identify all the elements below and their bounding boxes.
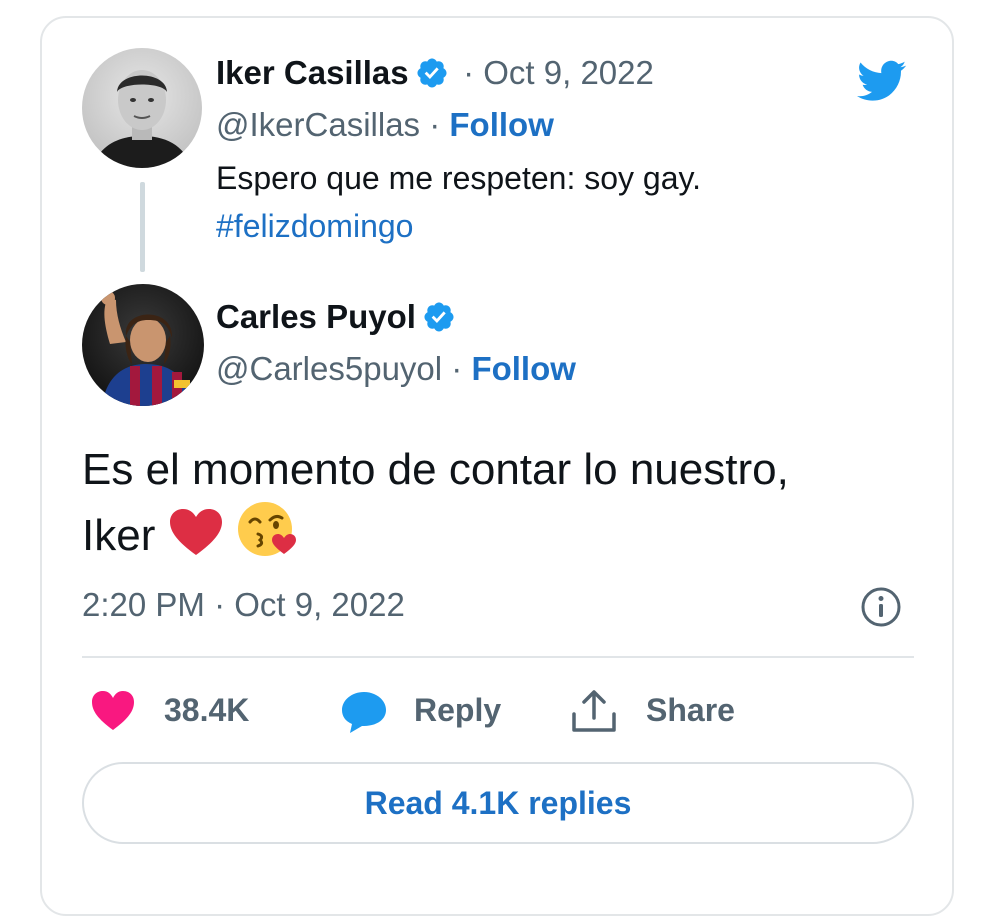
- reply-handle-row: @Carles5puyol · Follow: [216, 350, 576, 388]
- reply-tweet-header: Carles Puyol: [216, 298, 456, 336]
- like-count[interactable]: 38.4K: [164, 692, 249, 729]
- quoted-tweet-header: Iker Casillas · Oct 9, 2022: [216, 54, 654, 92]
- avatar-carles-puyol[interactable]: [82, 284, 204, 406]
- tweet-body: Es el momento de contar lo nuestro, Iker: [82, 440, 902, 566]
- face-blowing-kiss-emoji-icon: [237, 502, 296, 556]
- reply-button[interactable]: Reply: [414, 692, 501, 729]
- follow-button-iker[interactable]: Follow: [449, 106, 553, 143]
- follow-button-puyol[interactable]: Follow: [471, 350, 575, 387]
- quoted-handle-row: @IkerCasillas · Follow: [216, 106, 554, 144]
- tweet-timestamp[interactable]: 2:20 PM · Oct 9, 2022: [82, 586, 405, 624]
- tweet-text-line-2: Iker: [82, 500, 902, 566]
- red-heart-emoji-icon: [169, 509, 222, 555]
- quoted-tweet-text: Espero que me respeten: soy gay.: [216, 160, 702, 196]
- heart-icon[interactable]: [90, 690, 136, 732]
- share-icon[interactable]: [570, 688, 618, 734]
- hashtag-link[interactable]: #felizdomingo: [216, 208, 413, 245]
- speech-bubble-icon[interactable]: [340, 690, 388, 734]
- info-icon[interactable]: [860, 586, 902, 628]
- author-handle[interactable]: @IkerCasillas: [216, 106, 420, 143]
- avatar-iker-casillas[interactable]: [82, 48, 202, 168]
- author-name[interactable]: Carles Puyol: [216, 298, 416, 335]
- separator-dot: ·: [451, 350, 463, 387]
- twitter-bird-icon[interactable]: [852, 56, 912, 106]
- author-handle[interactable]: @Carles5puyol: [216, 350, 442, 387]
- thread-connector-line: [140, 182, 145, 272]
- tweet-text-line-1: Es el momento de contar lo nuestro,: [82, 445, 789, 494]
- tweet-date[interactable]: · Oct 9, 2022: [463, 54, 654, 91]
- action-divider: [82, 656, 914, 658]
- share-button[interactable]: Share: [646, 692, 735, 729]
- tweet-text-mention-word: Iker: [82, 511, 156, 560]
- verified-badge-icon: [424, 302, 454, 332]
- separator-dot: ·: [429, 106, 441, 143]
- read-replies-button[interactable]: Read 4.1K replies: [82, 762, 914, 844]
- verified-badge-icon: [417, 58, 447, 88]
- author-name[interactable]: Iker Casillas: [216, 54, 409, 91]
